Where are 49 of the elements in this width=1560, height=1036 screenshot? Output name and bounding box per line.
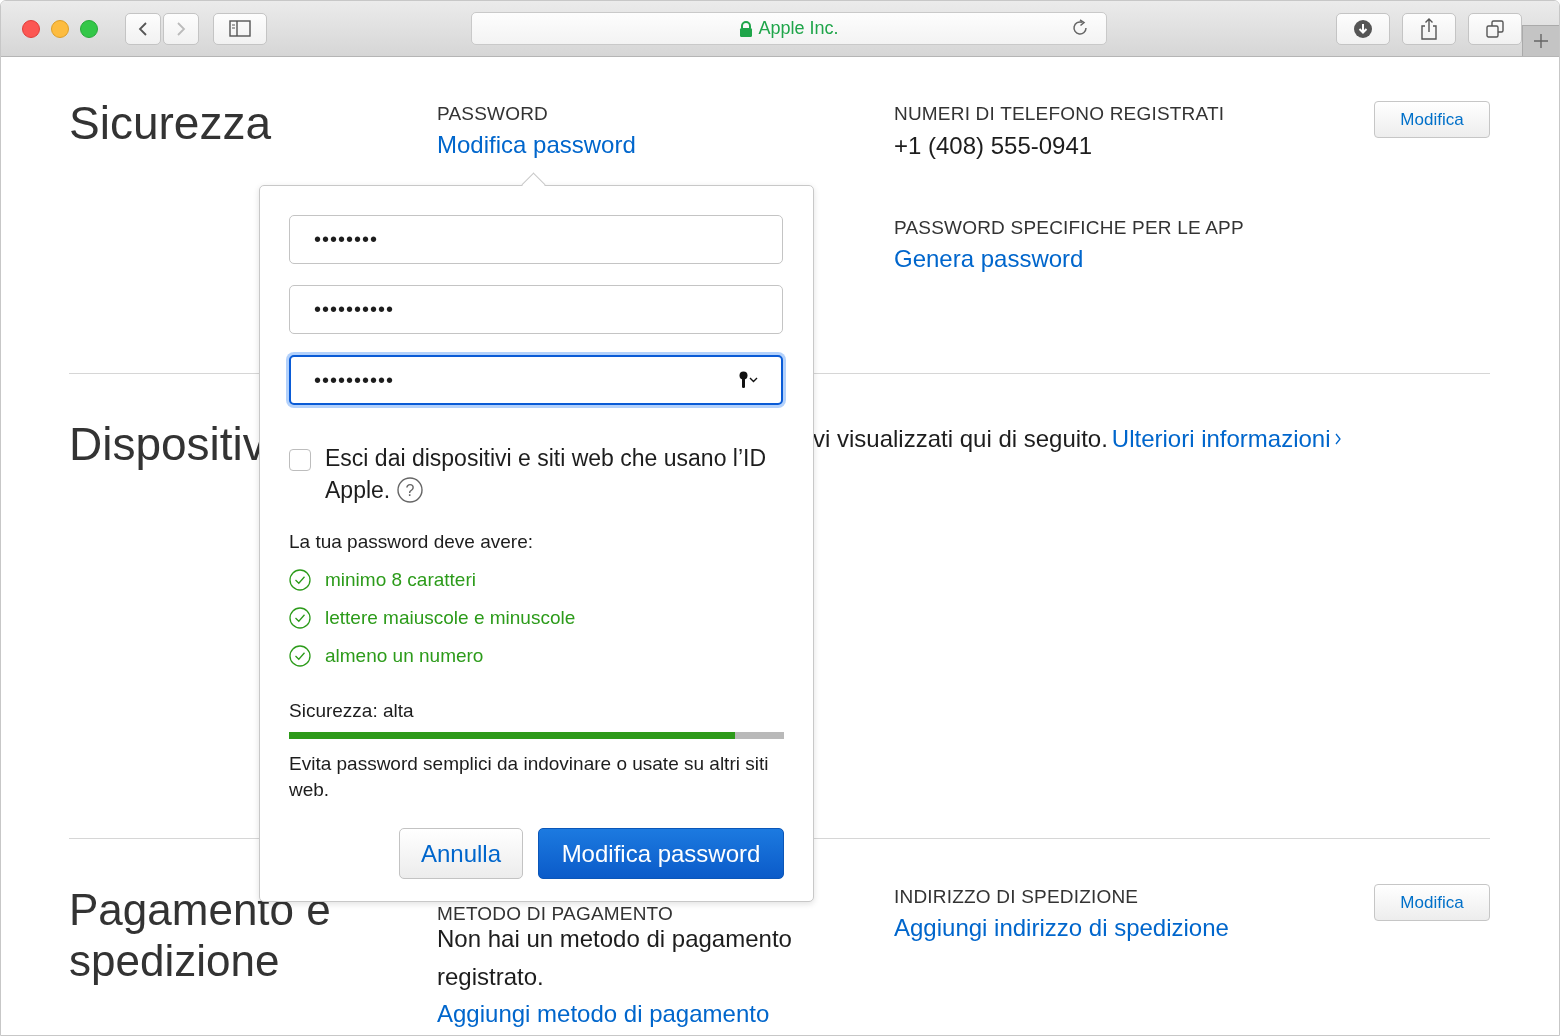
zoom-icon[interactable] [80,19,98,38]
generate-password-link[interactable]: Genera password [894,241,1374,277]
edit-button[interactable]: Modifica [1374,101,1490,138]
password-field[interactable]: •••••••••• [289,285,783,334]
help-icon[interactable]: ? [397,477,424,503]
section-label: PASSWORD [437,102,550,126]
requirement-text: minimo 8 caratteri [325,568,476,592]
section-label: INDIRIZZO DI SPEDIZIONE [894,885,1140,909]
section-title: Sicurezza [69,97,271,149]
cancel-button[interactable]: Annulla [399,828,523,879]
requirement-text: lettere maiuscole e minuscole [325,606,576,630]
key-icon[interactable] [739,371,758,389]
share-button[interactable] [1402,12,1456,45]
chevron-icon [1334,433,1342,445]
download-button[interactable] [1336,12,1390,45]
download-icon [1354,19,1372,38]
add-address-link[interactable]: Aggiungi indirizzo di spedizione [894,910,1374,946]
change-password-link[interactable]: Modifica password [437,127,894,163]
checkbox-label: Esci dai dispositivi e siti web che usano l’ID Apple. ? [325,445,767,503]
phone-number: +1 (408) 555-0941 [894,131,1094,161]
sidebar-icon [229,20,251,37]
change-password-button[interactable]: Modifica password [538,828,784,879]
requirements-title: La tua password deve avere: [289,530,534,554]
section-label: METODO DI PAGAMENTO [437,904,675,924]
requirement-text: almeno un numero [325,644,484,668]
new-tab-button[interactable] [1522,25,1559,56]
close-icon[interactable] [22,19,40,38]
payment-note: Non hai un metodo di pagamento registrato. [437,924,793,992]
strength-label: Sicurezza: alta [289,699,415,723]
section-title: Dispositiv [69,418,261,470]
password-hint: Evita password semplici da indovinare o usate su altri siti web. [289,752,770,802]
sidebar-button[interactable] [213,12,267,45]
section-title: Pagamento e spedizione [69,884,332,986]
password-field[interactable]: •••••••• [289,215,783,264]
address-field[interactable]: Apple Inc. [471,12,1107,45]
checkbox[interactable] [289,449,311,471]
add-payment-link[interactable]: Aggiungi metodo di pagamento [437,996,894,1032]
edit-button[interactable]: Modifica [1374,884,1490,921]
plus-icon [1533,33,1549,49]
password-field[interactable]: •••••••••• [289,355,783,405]
reload-icon[interactable] [1072,19,1090,37]
tabs-button[interactable] [1468,12,1522,45]
back-button[interactable] [125,12,161,45]
tabs-icon [1486,19,1504,38]
section-label: NUMERI DI TELEFONO REGISTRATI [894,102,1226,126]
section-label: PASSWORD SPECIFICHE PER LE APP [894,216,1245,240]
more-info-link[interactable]: Ulteriori informazioni [1111,421,1331,457]
devices-description: vi visualizzati qui di seguito. [813,424,1108,454]
share-icon [1420,17,1438,40]
